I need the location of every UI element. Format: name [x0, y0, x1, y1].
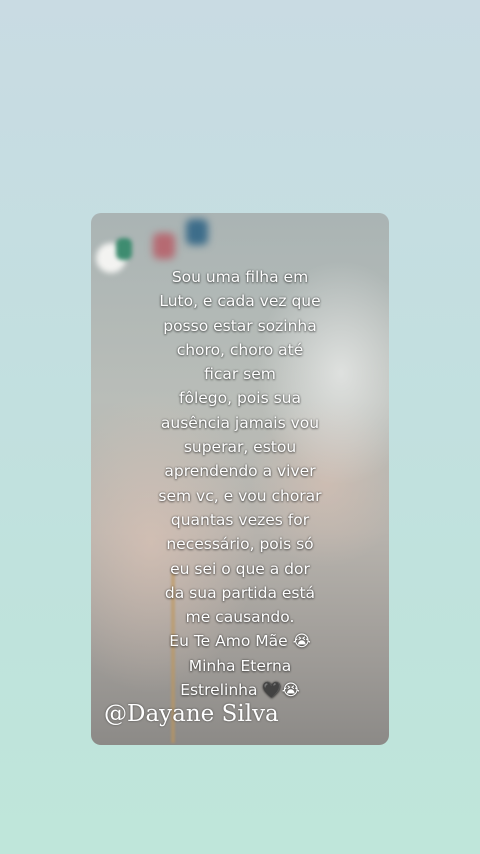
caption-line: choro, choro até [176, 340, 304, 359]
caption-line: Minha Eterna [188, 656, 292, 675]
caption-line: fôlego, pois sua [179, 389, 301, 408]
caption-line: me causando. [185, 608, 295, 627]
caption-line: Luto, e cada vez que [159, 292, 321, 311]
caption-line: quantas vezes for [170, 510, 310, 529]
story-card: Sou uma filha em Luto, e cada vez que po… [91, 213, 389, 745]
photo-background-detail [116, 238, 132, 260]
author-handle: @Dayane Silva [104, 701, 279, 727]
caption-line: da sua partida está [164, 583, 316, 602]
caption-line: sem vc, e vou chorar [158, 486, 322, 505]
photo-background-detail [153, 233, 175, 259]
caption-line: Eu Te Amo Mãe 😭 [169, 632, 311, 651]
caption-line: necessário, pois só [166, 535, 314, 554]
caption-line: ficar sem [204, 365, 276, 384]
caption-line: eu sei o que a dor [170, 559, 310, 578]
caption-line: ausência jamais vou [160, 413, 320, 432]
caption-line: Sou uma filha em [171, 268, 309, 286]
photo-background-detail [186, 219, 208, 245]
caption-line: posso estar sozinha [163, 316, 317, 335]
caption-line: superar, estou [183, 438, 297, 457]
caption-line: aprendendo a viver [164, 462, 316, 481]
story-caption: Sou uma filha em Luto, e cada vez que po… [91, 265, 389, 702]
caption-line: Estrelinha 🖤😭 [180, 681, 300, 700]
